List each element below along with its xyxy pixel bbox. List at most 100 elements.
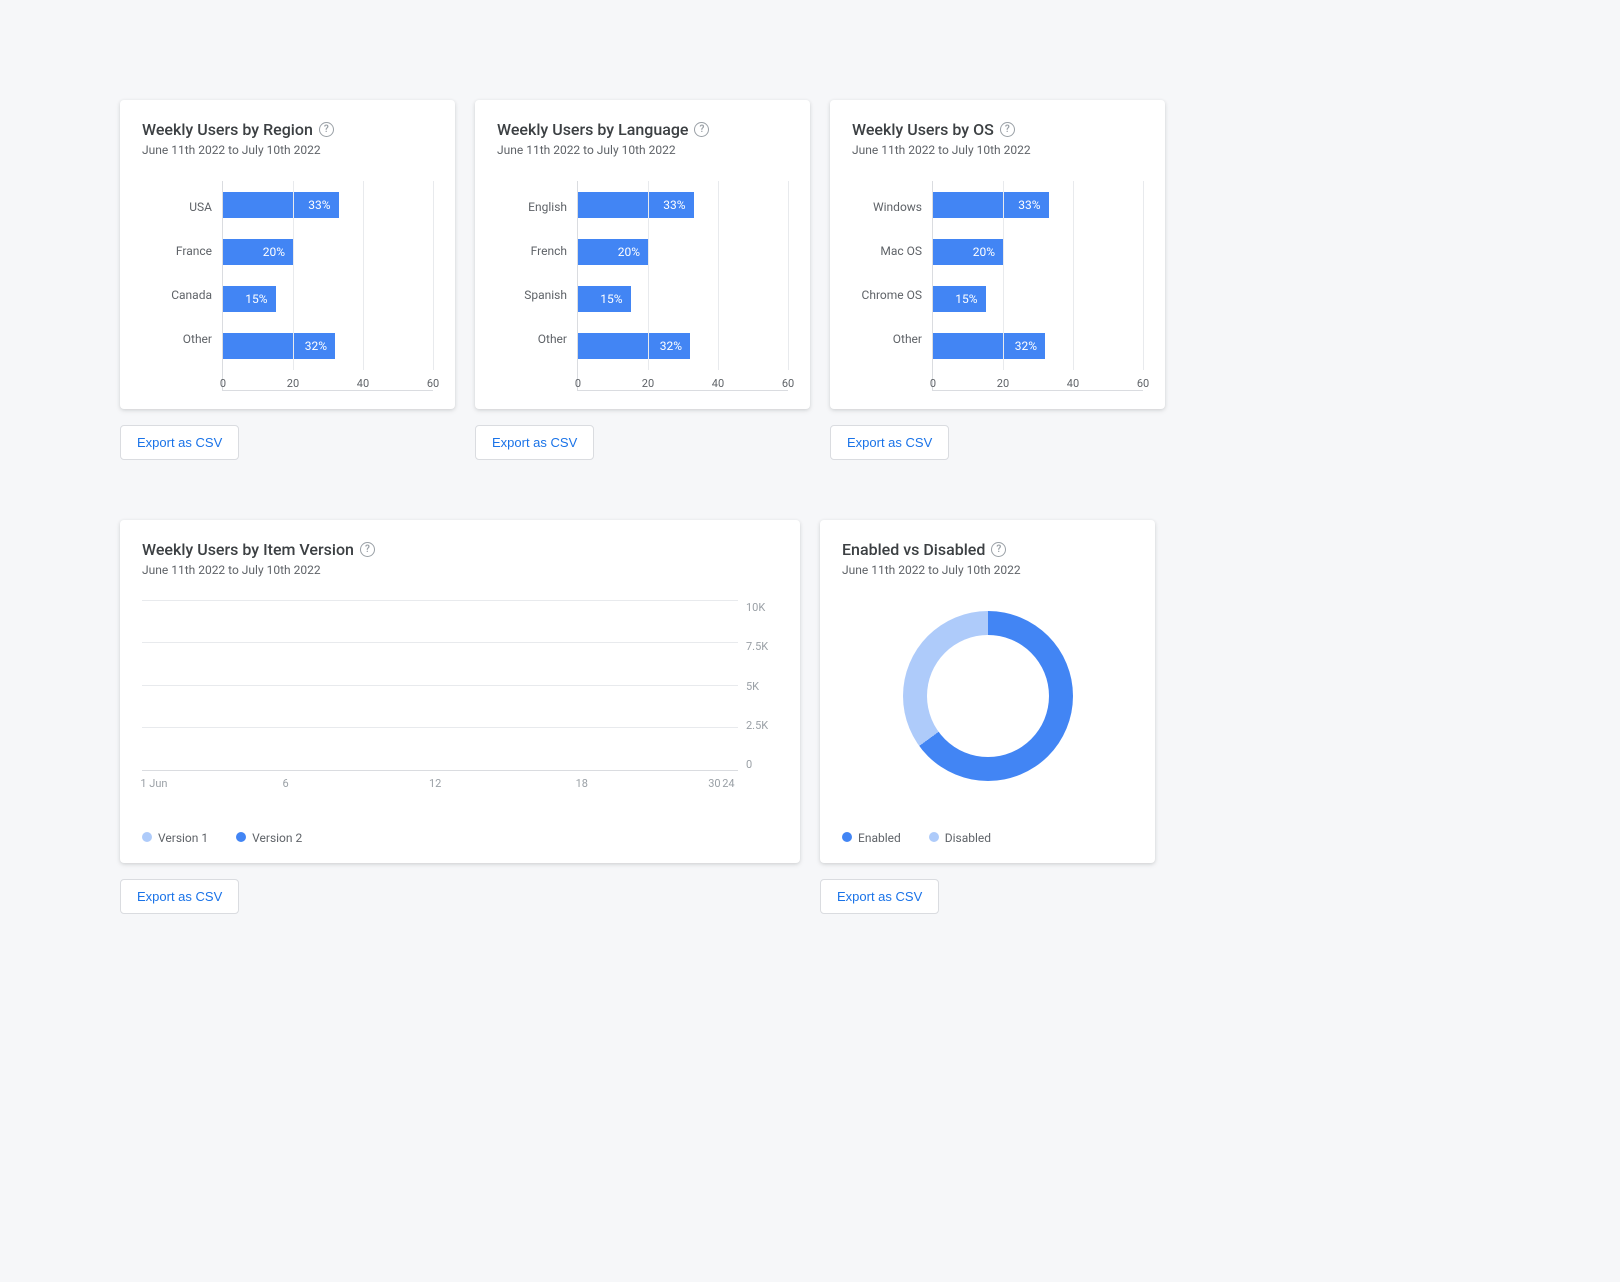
region-subtitle: June 11th 2022 to July 10th 2022	[142, 143, 433, 157]
bar: 20%	[578, 239, 648, 265]
bar: 33%	[933, 192, 1049, 218]
axis-tick: 60	[782, 377, 794, 390]
export-language-button[interactable]: Export as CSV	[475, 425, 594, 460]
category-label: Spanish	[497, 288, 577, 302]
os-title: Weekly Users by OS	[852, 120, 994, 139]
bar: 20%	[933, 239, 1003, 265]
help-icon[interactable]: ?	[694, 122, 709, 137]
bar: 15%	[933, 286, 986, 312]
region-card: Weekly Users by Region ? June 11th 2022 …	[120, 100, 455, 409]
version-chart: 10K 7.5K 5K 2.5K 0	[142, 601, 778, 771]
version-xaxis: 1 Jun 6 12 18 2430	[142, 777, 778, 791]
axis-tick: 1 Jun	[140, 777, 167, 790]
category-label: French	[497, 244, 577, 258]
bar: 15%	[578, 286, 631, 312]
axis-tick: 0	[575, 377, 581, 390]
os-chart: Windows Mac OS Chrome OS Other 33% 20% 15% 32%…	[852, 181, 1143, 391]
bar: 32%	[578, 333, 690, 359]
axis-tick: 10K	[746, 601, 778, 614]
axis-tick: 60	[427, 377, 439, 390]
category-label: France	[142, 244, 222, 258]
help-icon[interactable]: ?	[360, 542, 375, 557]
language-chart: English French Spanish Other 33% 20% 15% 32% 0…	[497, 181, 788, 391]
region-title: Weekly Users by Region	[142, 120, 313, 139]
axis-tick: 6	[283, 777, 289, 790]
axis-tick: 0	[220, 377, 226, 390]
legend-item-disabled: Disabled	[929, 831, 991, 845]
legend-item-enabled: Enabled	[842, 831, 901, 845]
axis-tick: 24	[722, 777, 734, 790]
region-column: Weekly Users by Region ? June 11th 2022 …	[120, 100, 455, 460]
bar: 32%	[933, 333, 1045, 359]
swatch-disabled	[929, 832, 939, 842]
top-row: Weekly Users by Region ? June 11th 2022 …	[120, 100, 1500, 460]
language-title: Weekly Users by Language	[497, 120, 688, 139]
swatch-v2	[236, 832, 246, 842]
axis-tick: 20	[642, 377, 654, 390]
axis-tick: 18	[576, 777, 588, 790]
region-chart: USAFranceCanadaOther 33%20%15%32% 020406…	[142, 181, 433, 391]
axis-tick: 40	[357, 377, 369, 390]
os-title-row: Weekly Users by OS ?	[852, 120, 1143, 139]
help-icon[interactable]: ?	[319, 122, 334, 137]
legend-item-v1: Version 1	[142, 831, 208, 845]
version-title: Weekly Users by Item Version	[142, 540, 354, 559]
os-subtitle: June 11th 2022 to July 10th 2022	[852, 143, 1143, 157]
version-subtitle: June 11th 2022 to July 10th 2022	[142, 563, 778, 577]
legend-label-enabled: Enabled	[858, 831, 901, 845]
export-region-button[interactable]: Export as CSV	[120, 425, 239, 460]
category-label: Mac OS	[852, 244, 932, 258]
bar: 20%	[223, 239, 293, 265]
export-version-button[interactable]: Export as CSV	[120, 879, 239, 914]
axis-tick: 30	[708, 777, 720, 790]
swatch-enabled	[842, 832, 852, 842]
category-label: Windows	[852, 200, 932, 214]
bottom-row: Weekly Users by Item Version ? June 11th…	[120, 520, 1500, 914]
legend-item-v2: Version 2	[236, 831, 302, 845]
bar: 33%	[578, 192, 694, 218]
axis-tick: 20	[287, 377, 299, 390]
axis-tick: 0	[930, 377, 936, 390]
legend-label-v1: Version 1	[158, 831, 208, 845]
version-card: Weekly Users by Item Version ? June 11th…	[120, 520, 800, 863]
version-column: Weekly Users by Item Version ? June 11th…	[120, 520, 800, 914]
help-icon[interactable]: ?	[1000, 122, 1015, 137]
donut	[903, 611, 1073, 781]
category-label: Other	[142, 332, 222, 346]
bar: 32%	[223, 333, 335, 359]
language-subtitle: June 11th 2022 to July 10th 2022	[497, 143, 788, 157]
os-column: Weekly Users by OS ? June 11th 2022 to J…	[830, 100, 1165, 460]
legend-label-v2: Version 2	[252, 831, 302, 845]
axis-tick: 0	[746, 758, 778, 771]
language-column: Weekly Users by Language ? June 11th 202…	[475, 100, 810, 460]
os-card: Weekly Users by OS ? June 11th 2022 to J…	[830, 100, 1165, 409]
legend-label-disabled: Disabled	[945, 831, 991, 845]
enabled-column: Enabled vs Disabled ? June 11th 2022 to …	[820, 520, 1155, 914]
axis-tick: 7.5K	[746, 640, 778, 653]
bar: 15%	[223, 286, 276, 312]
language-title-row: Weekly Users by Language ?	[497, 120, 788, 139]
axis-tick: 60	[1137, 377, 1149, 390]
axis-tick: 2.5K	[746, 719, 778, 732]
enabled-title-row: Enabled vs Disabled ?	[842, 540, 1133, 559]
help-icon[interactable]: ?	[991, 542, 1006, 557]
axis-tick: 12	[429, 777, 441, 790]
axis-tick: 40	[1067, 377, 1079, 390]
category-label: Chrome OS	[852, 288, 932, 302]
enabled-subtitle: June 11th 2022 to July 10th 2022	[842, 563, 1133, 577]
category-label: Canada	[142, 288, 222, 302]
enabled-card: Enabled vs Disabled ? June 11th 2022 to …	[820, 520, 1155, 863]
export-enabled-button[interactable]: Export as CSV	[820, 879, 939, 914]
category-label: Other	[497, 332, 577, 346]
version-title-row: Weekly Users by Item Version ?	[142, 540, 778, 559]
category-label: English	[497, 200, 577, 214]
export-os-button[interactable]: Export as CSV	[830, 425, 949, 460]
donut-chart	[842, 601, 1133, 791]
category-label: Other	[852, 332, 932, 346]
axis-tick: 5K	[746, 680, 778, 693]
region-title-row: Weekly Users by Region ?	[142, 120, 433, 139]
language-card: Weekly Users by Language ? June 11th 202…	[475, 100, 810, 409]
axis-tick: 40	[712, 377, 724, 390]
version-legend: Version 1 Version 2	[142, 831, 778, 845]
bar: 33%	[223, 192, 339, 218]
